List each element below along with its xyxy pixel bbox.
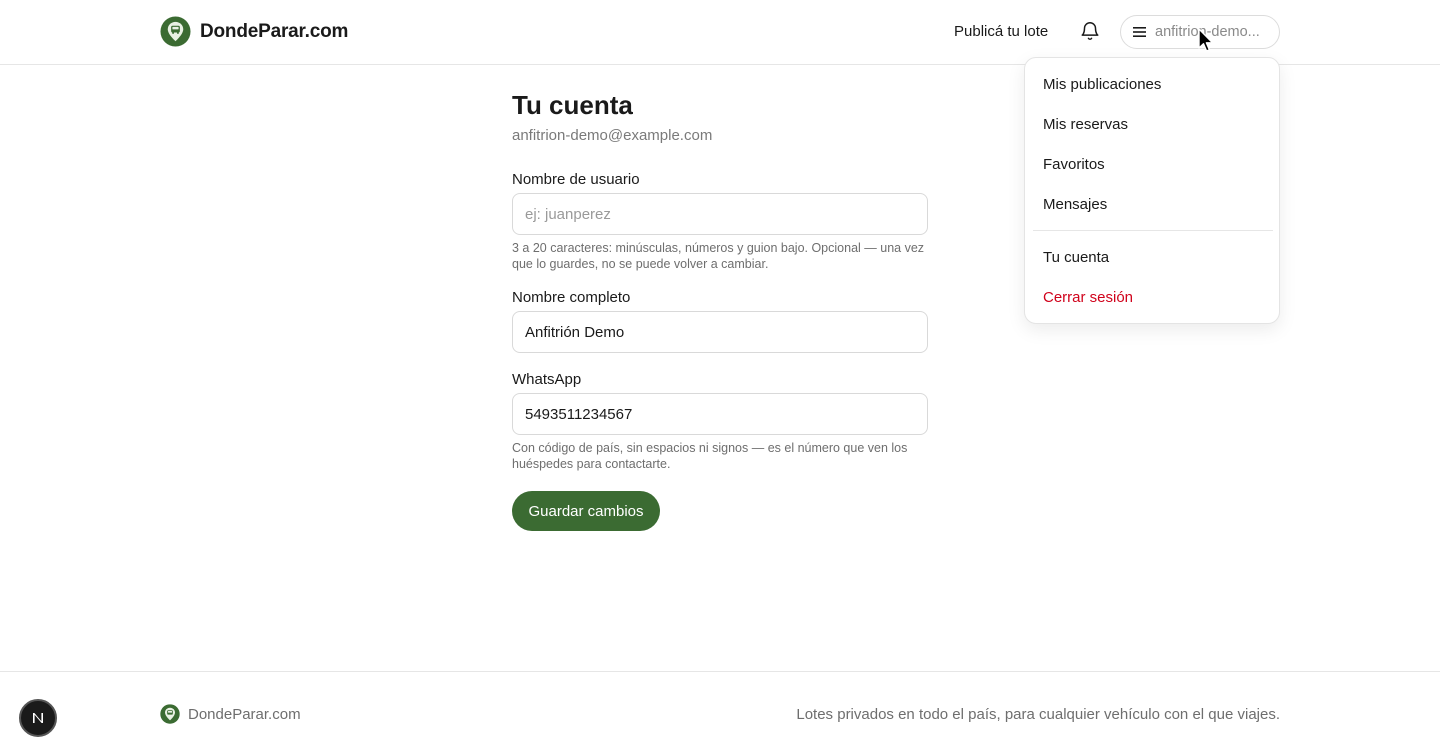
footer-logo-icon: [160, 704, 180, 724]
page-title: Tu cuenta: [512, 90, 633, 120]
username-input[interactable]: [512, 193, 928, 235]
n-badge-button[interactable]: [19, 699, 57, 737]
menu-divider: [1033, 230, 1273, 231]
menu-item-mis-reservas[interactable]: Mis reservas: [1043, 116, 1128, 133]
username-label: Nombre de usuario: [512, 171, 640, 188]
username-help: 3 a 20 caracteres: minúsculas, números y…: [512, 241, 925, 271]
full-name-input[interactable]: [512, 311, 928, 353]
brand-name: DondeParar.com: [200, 20, 349, 42]
brand-home-link[interactable]: DondeParar.com: [160, 16, 348, 47]
whatsapp-label: WhatsApp: [512, 371, 582, 388]
footer-brand[interactable]: DondeParar.com: [160, 704, 301, 724]
hamburger-icon: [1133, 27, 1146, 37]
save-changes-button[interactable]: Guardar cambios: [512, 491, 660, 531]
site-footer: DondeParar.com Lotes privados en todo el…: [0, 671, 1440, 756]
menu-item-favoritos[interactable]: Favoritos: [1043, 156, 1105, 173]
bell-icon[interactable]: [1079, 20, 1101, 42]
n-letter-icon: [33, 713, 43, 723]
full-name-label: Nombre completo: [512, 289, 631, 306]
user-dropdown-menu: Mis publicaciones Mis reservas Favoritos…: [1024, 57, 1280, 324]
whatsapp-help: Con código de país, sin espacios ni sign…: [512, 441, 908, 471]
footer-tagline: Lotes privados en todo el país, para cua…: [796, 706, 1280, 723]
logo-icon: [160, 16, 191, 47]
user-menu-label: anfitrion-demo...: [1155, 24, 1260, 40]
footer-brand-name: DondeParar.com: [188, 705, 301, 723]
site-header: DondeParar.com Publicá tu lote anfitrion…: [0, 0, 1440, 65]
menu-item-tu-cuenta[interactable]: Tu cuenta: [1043, 249, 1109, 266]
menu-item-mensajes[interactable]: Mensajes: [1043, 196, 1107, 213]
menu-item-mis-publicaciones[interactable]: Mis publicaciones: [1043, 76, 1161, 93]
menu-item-cerrar-sesion[interactable]: Cerrar sesión: [1043, 289, 1133, 306]
user-menu-button[interactable]: anfitrion-demo...: [1120, 15, 1280, 49]
whatsapp-input[interactable]: [512, 393, 928, 435]
publish-lot-link[interactable]: Publicá tu lote: [954, 23, 1048, 40]
account-email: anfitrion-demo@example.com: [512, 127, 713, 144]
